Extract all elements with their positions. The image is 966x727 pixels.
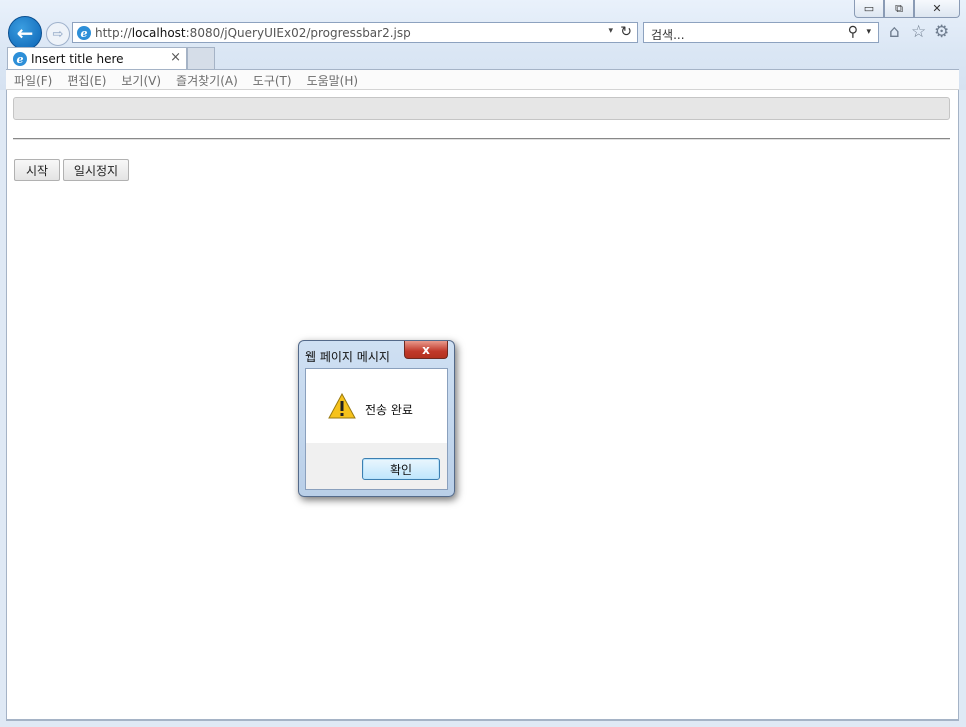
new-tab-button[interactable]	[187, 47, 215, 69]
address-bar[interactable]: e http://localhost:8080/jQueryUIEx02/pro…	[72, 22, 638, 43]
window-bottom-border	[6, 719, 959, 721]
menu-bar: 파일(F) 편집(E) 보기(V) 즐겨찾기(A) 도구(T) 도움말(H)	[6, 69, 959, 90]
back-arrow-icon: ←	[16, 21, 34, 45]
search-icon[interactable]: ⚲	[848, 24, 858, 40]
back-button[interactable]: ←	[8, 16, 42, 50]
favorites-star-icon[interactable]: ☆	[911, 22, 926, 42]
browser-tab[interactable]: e Insert title here ×	[7, 47, 187, 69]
maximize-button[interactable]: ⧉	[884, 0, 914, 18]
alert-dialog: 웹 페이지 메시지 x 전송 완료 확인	[298, 340, 455, 497]
dialog-close-button[interactable]: x	[404, 341, 448, 359]
address-dropdown-icon[interactable]: ▾	[608, 26, 613, 36]
dialog-body: 전송 완료 확인	[305, 368, 448, 490]
ie-page-icon: e	[77, 26, 91, 40]
minimize-button[interactable]: ▭	[854, 0, 884, 18]
home-icon[interactable]: ⌂	[889, 22, 900, 42]
search-dropdown-icon[interactable]: ▾	[866, 27, 871, 37]
ok-button[interactable]: 확인	[362, 458, 440, 480]
close-window-button[interactable]: ✕	[914, 0, 960, 18]
start-button[interactable]: 시작	[14, 159, 60, 181]
menu-favorites[interactable]: 즐겨찾기(A)	[168, 70, 245, 89]
window-controls: ▭ ⧉ ✕	[854, 0, 960, 18]
tab-close-icon[interactable]: ×	[170, 50, 181, 65]
tools-gear-icon[interactable]: ⚙	[934, 22, 949, 42]
dialog-title: 웹 페이지 메시지	[305, 350, 390, 364]
refresh-icon[interactable]: ↻	[620, 24, 632, 40]
search-input[interactable]: 검색...	[651, 26, 685, 43]
search-box[interactable]: 검색... ⚲ ▾	[643, 22, 879, 43]
dialog-message: 전송 완료	[365, 403, 413, 417]
page-content	[6, 90, 959, 720]
tab-title: Insert title here	[31, 52, 124, 66]
menu-file[interactable]: 파일(F)	[6, 70, 59, 89]
url-text[interactable]: http://localhost:8080/jQueryUIEx02/progr…	[95, 26, 411, 40]
pause-button[interactable]: 일시정지	[63, 159, 129, 181]
forward-arrow-icon: ⇨	[52, 26, 64, 42]
forward-button[interactable]: ⇨	[46, 22, 70, 46]
menu-view[interactable]: 보기(V)	[113, 70, 168, 89]
menu-help[interactable]: 도움말(H)	[299, 70, 366, 89]
horizontal-divider	[13, 138, 950, 140]
progress-bar	[13, 97, 950, 120]
close-icon: x	[422, 342, 430, 357]
tab-favicon-icon: e	[13, 52, 27, 66]
warning-icon	[328, 393, 356, 419]
menu-tools[interactable]: 도구(T)	[245, 70, 299, 89]
menu-edit[interactable]: 편집(E)	[59, 70, 113, 89]
